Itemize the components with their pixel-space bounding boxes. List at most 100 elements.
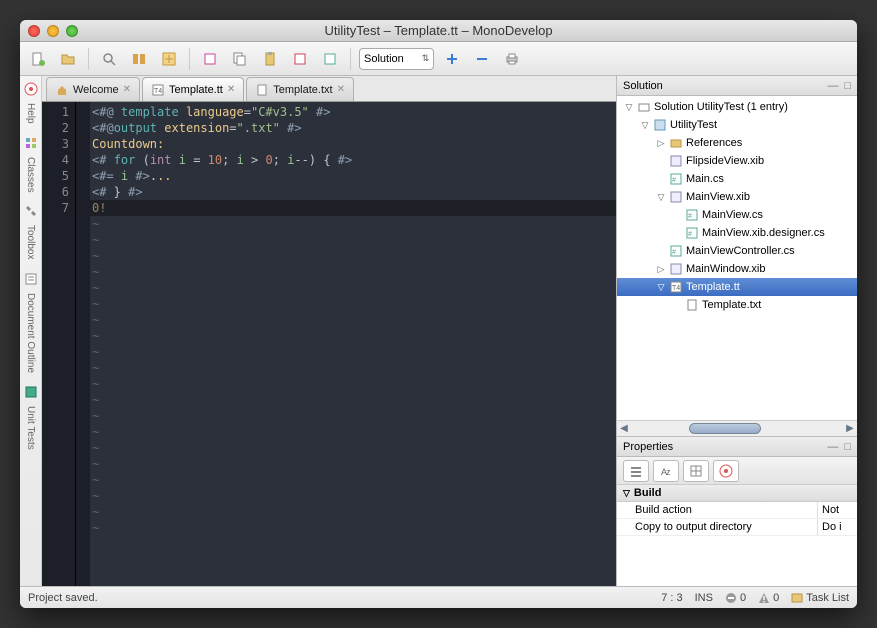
add-button[interactable] (440, 47, 464, 71)
copy-button[interactable] (228, 47, 252, 71)
props-grid-button[interactable] (683, 460, 709, 482)
cursor-position: 7 : 3 (661, 592, 682, 604)
code-editor[interactable]: 1234567 <#@ template language="C#v3.5" #… (42, 102, 616, 586)
find-button[interactable] (127, 47, 151, 71)
redo-button[interactable] (318, 47, 342, 71)
svg-text:T4: T4 (154, 88, 162, 95)
toolbar: Solution ⇅ (20, 42, 857, 76)
tree-label: Main.cs (686, 173, 724, 185)
line-number: 4 (42, 152, 69, 168)
classes-pad-icon[interactable] (22, 134, 40, 152)
code-line: <# } #> (92, 184, 612, 200)
tree-node-template-tt[interactable]: ▽T4Template.tt (617, 278, 857, 296)
status-bar: Project saved. 7 : 3 INS 0 0 Task List (20, 586, 857, 608)
tree-node-mainview-xib-designer-cs[interactable]: #MainView.xib.designer.cs (617, 224, 857, 242)
tab-label: Template.txt (273, 84, 332, 96)
left-pad-strip: Help Classes Toolbox Document Outline Un… (20, 76, 42, 586)
empty-line-tilde: ~ (92, 280, 612, 296)
tree-node-mainview-xib[interactable]: ▽ MainView.xib (617, 188, 857, 206)
task-list-button[interactable]: Task List (791, 592, 849, 604)
outline-pad-icon[interactable] (22, 270, 40, 288)
tab-template-txt[interactable]: Template.txt ✕ (246, 77, 354, 101)
cs-icon: # (669, 244, 683, 258)
tab-welcome[interactable]: Welcome✕ (46, 77, 140, 101)
print-button[interactable] (500, 47, 524, 71)
props-category-build[interactable]: ▽Build (617, 485, 857, 502)
property-row[interactable]: Build actionNot (617, 502, 857, 519)
close-tab-icon[interactable]: ✕ (337, 84, 345, 95)
empty-line-tilde: ~ (92, 392, 612, 408)
tab-template-tt[interactable]: T4 Template.tt ✕ (142, 77, 244, 101)
expand-icon[interactable]: ▽ (624, 102, 634, 113)
warnings-chip[interactable]: 0 (758, 592, 779, 604)
open-button[interactable] (56, 47, 80, 71)
svg-text:#: # (688, 231, 692, 238)
tree-node-mainviewcontroller-cs[interactable]: #MainViewController.cs (617, 242, 857, 260)
tree-node-solution-utilitytest-1-entry-[interactable]: ▽Solution UtilityTest (1 entry) (617, 98, 857, 116)
remove-button[interactable] (470, 47, 494, 71)
tree-node-mainview-cs[interactable]: #MainView.cs (617, 206, 857, 224)
tree-node-flipsideview-xib[interactable]: FlipsideView.xib (617, 152, 857, 170)
tab-label: Template.tt (169, 84, 223, 96)
paste-button[interactable] (258, 47, 282, 71)
tree-node-template-txt[interactable]: Template.txt (617, 296, 857, 314)
help-pad-icon[interactable] (22, 80, 40, 98)
tree-label: MainView.xib (686, 191, 750, 203)
errors-chip[interactable]: 0 (725, 592, 746, 604)
props-categorized-button[interactable] (623, 460, 649, 482)
empty-line-tilde: ~ (92, 440, 612, 456)
props-alpha-button[interactable]: Az (653, 460, 679, 482)
tree-node-main-cs[interactable]: #Main.cs (617, 170, 857, 188)
tests-pad-icon[interactable] (22, 383, 40, 401)
run-target-combo[interactable]: Solution ⇅ (359, 48, 434, 70)
expand-icon[interactable]: ▽ (656, 282, 666, 293)
line-number: 3 (42, 136, 69, 152)
help-pad-label[interactable]: Help (25, 103, 36, 124)
solution-panel-title: Solution (623, 80, 663, 92)
code-area[interactable]: <#@ template language="C#v3.5" #><#@outp… (90, 102, 616, 586)
expand-icon[interactable]: ▷ (656, 138, 666, 149)
toolbox-pad-label[interactable]: Toolbox (25, 225, 36, 259)
close-tab-icon[interactable]: ✕ (123, 84, 131, 95)
empty-line-tilde: ~ (92, 376, 612, 392)
panel-minimize-icon[interactable]: — (827, 441, 838, 453)
empty-line-tilde: ~ (92, 456, 612, 472)
scroll-left-icon[interactable]: ◀ (617, 421, 631, 436)
solution-tree[interactable]: ▽Solution UtilityTest (1 entry)▽UtilityT… (617, 96, 857, 420)
scroll-thumb[interactable] (689, 423, 761, 434)
panel-close-icon[interactable]: □ (844, 441, 851, 453)
empty-line-tilde: ~ (92, 360, 612, 376)
xib-icon (669, 154, 683, 168)
undo-button[interactable] (288, 47, 312, 71)
toolbox-pad-icon[interactable] (22, 202, 40, 220)
expand-icon[interactable]: ▽ (656, 192, 666, 203)
t4-icon: T4 (669, 280, 683, 294)
tests-pad-label[interactable]: Unit Tests (25, 406, 36, 450)
tree-node-mainwindow-xib[interactable]: ▷ MainWindow.xib (617, 260, 857, 278)
property-row[interactable]: Copy to output directoryDo i (617, 519, 857, 536)
panel-minimize-icon[interactable]: — (827, 80, 838, 92)
cut-button[interactable] (198, 47, 222, 71)
panel-close-icon[interactable]: □ (844, 80, 851, 92)
line-number: 2 (42, 120, 69, 136)
tree-node-references[interactable]: ▷References (617, 134, 857, 152)
expand-icon[interactable]: ▽ (640, 120, 650, 131)
property-value[interactable]: Do i (817, 519, 857, 535)
window-title: UtilityTest – Template.tt – MonoDevelop (20, 23, 857, 38)
tree-label: MainWindow.xib (686, 263, 765, 275)
outline-pad-label[interactable]: Document Outline (25, 293, 36, 373)
svg-text:#: # (672, 249, 676, 256)
tree-node-utilitytest[interactable]: ▽UtilityTest (617, 116, 857, 134)
property-value[interactable]: Not (817, 502, 857, 518)
props-help-button[interactable] (713, 460, 739, 482)
close-tab-icon[interactable]: ✕ (227, 84, 235, 95)
classes-pad-label[interactable]: Classes (25, 157, 36, 193)
ref-icon (669, 136, 683, 150)
zoom-icon[interactable] (97, 47, 121, 71)
solution-hscroll[interactable]: ◀ ▶ (617, 420, 857, 436)
line-number: 1 (42, 104, 69, 120)
scroll-right-icon[interactable]: ▶ (843, 421, 857, 436)
new-file-button[interactable] (26, 47, 50, 71)
replace-button[interactable] (157, 47, 181, 71)
expand-icon[interactable]: ▷ (656, 264, 666, 275)
